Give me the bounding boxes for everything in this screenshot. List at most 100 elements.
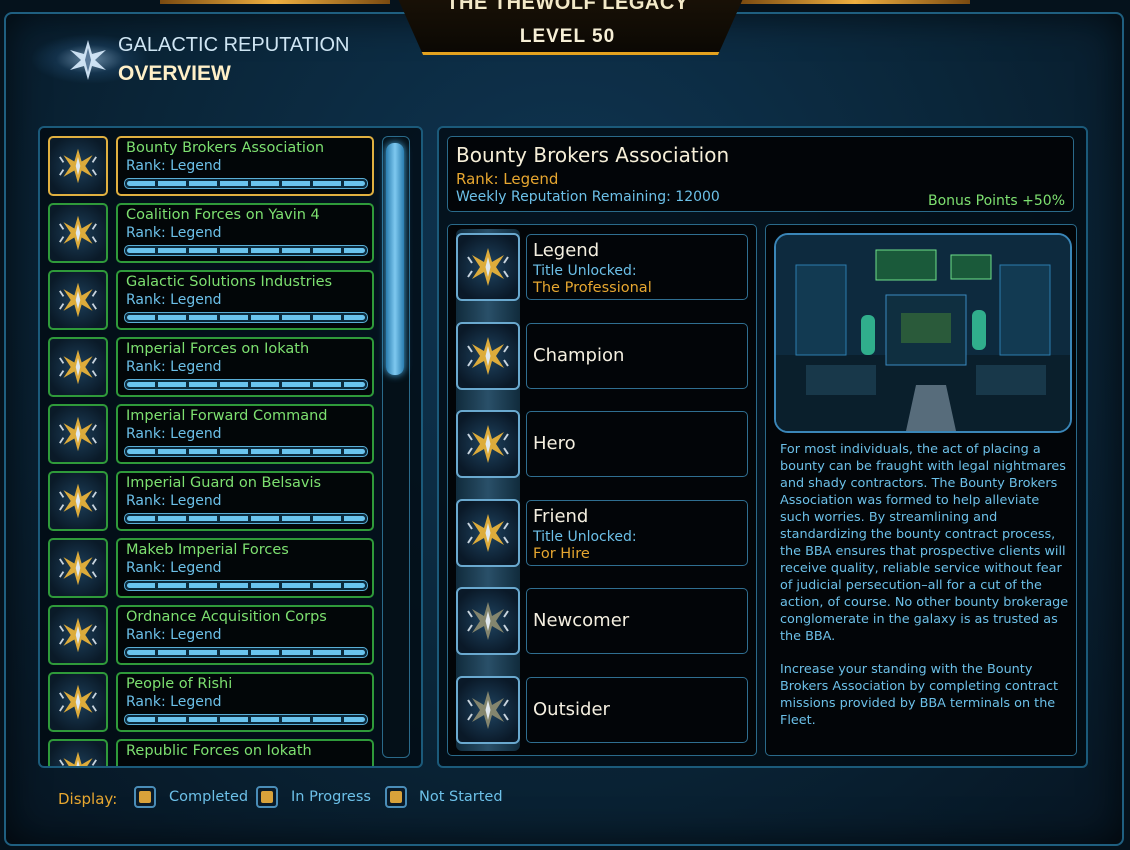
- faction-row[interactable]: Republic Forces on Iokath: [48, 739, 374, 766]
- rank-ladder-spine: [456, 229, 520, 751]
- faction-progress-bar: [124, 580, 368, 591]
- faction-row[interactable]: Imperial Forces on Iokath Rank: Legend: [48, 337, 374, 397]
- faction-name: Imperial Forces on Iokath: [126, 341, 310, 357]
- rank-emblem-icon: [456, 321, 520, 390]
- faction-emblem-icon: [48, 136, 108, 196]
- in-progress-label: In Progress: [291, 789, 371, 805]
- faction-row-info[interactable]: Makeb Imperial Forces Rank: Legend: [116, 538, 374, 598]
- rank-name: Friend: [533, 505, 589, 527]
- rank-tier: Outsider: [526, 676, 748, 743]
- checkbox-mark: [139, 791, 151, 803]
- rank-tier: Legend Title Unlocked: The Professional: [526, 234, 748, 300]
- faction-list[interactable]: Bounty Brokers Association Rank: Legend Co…: [38, 126, 423, 768]
- faction-progress-bar: [124, 178, 368, 189]
- faction-row[interactable]: Imperial Guard on Belsavis Rank: Legend: [48, 471, 374, 531]
- faction-row-info[interactable]: Ordnance Acquisition Corps Rank: Legend: [116, 605, 374, 665]
- faction-name: Imperial Forward Command: [126, 408, 328, 424]
- faction-row[interactable]: Makeb Imperial Forces Rank: Legend: [48, 538, 374, 598]
- not-started-label: Not Started: [419, 789, 503, 805]
- faction-row-info[interactable]: Coalition Forces on Yavin 4 Rank: Legend: [116, 203, 374, 263]
- progress-fill: [127, 717, 365, 722]
- faction-row[interactable]: Bounty Brokers Association Rank: Legend: [48, 136, 374, 196]
- progress-fill: [127, 382, 365, 387]
- faction-name: Bounty Brokers Association: [126, 140, 325, 156]
- faction-rank: Rank: Legend: [126, 627, 222, 643]
- faction-rank: Rank: Legend: [126, 426, 222, 442]
- rank-tier: Champion: [526, 322, 748, 389]
- faction-emblem-icon: [48, 605, 108, 665]
- faction-row-info[interactable]: Imperial Forces on Iokath Rank: Legend: [116, 337, 374, 397]
- not-started-checkbox[interactable]: [385, 786, 407, 808]
- faction-emblem-icon: [48, 739, 108, 766]
- banner-wing-left: [160, 0, 390, 4]
- faction-rank: Rank: Legend: [126, 560, 222, 576]
- faction-progress-bar: [124, 312, 368, 323]
- completed-label: Completed: [169, 789, 249, 805]
- page-title: GALACTIC REPUTATION: [118, 34, 350, 56]
- faction-info: For most individuals, the act of placing…: [765, 224, 1077, 756]
- faction-name: Ordnance Acquisition Corps: [126, 609, 327, 625]
- checkbox-mark: [261, 791, 273, 803]
- progress-fill: [127, 449, 365, 454]
- banner-wing-right: [740, 0, 970, 4]
- detail-header: Bounty Brokers Association Rank: Legend …: [447, 136, 1074, 212]
- scrollbar-thumb[interactable]: [386, 143, 404, 375]
- faction-emblem-icon: [48, 538, 108, 598]
- faction-progress-bar: [124, 245, 368, 256]
- detail-title: Bounty Brokers Association: [456, 143, 730, 167]
- progress-fill: [127, 315, 365, 320]
- faction-row-info[interactable]: Republic Forces on Iokath: [116, 739, 374, 766]
- bonus-points: Bonus Points +50%: [927, 193, 1065, 209]
- rank-name: Legend: [533, 240, 600, 261]
- faction-rank: Rank: Legend: [126, 292, 222, 308]
- checkbox-mark: [390, 791, 402, 803]
- rank-emblem-icon: [456, 233, 520, 301]
- rank-unlock-label: Title Unlocked:: [533, 528, 637, 545]
- faction-rank: Rank: Legend: [126, 359, 222, 375]
- faction-row[interactable]: Coalition Forces on Yavin 4 Rank: Legend: [48, 203, 374, 263]
- faction-row[interactable]: Ordnance Acquisition Corps Rank: Legend: [48, 605, 374, 665]
- faction-rank: Rank: Legend: [126, 225, 222, 241]
- page-subtitle: OVERVIEW: [118, 62, 231, 85]
- faction-row-info[interactable]: People of Rishi Rank: Legend: [116, 672, 374, 732]
- faction-progress-bar: [124, 513, 368, 524]
- rank-reward: The Professional: [533, 280, 652, 296]
- faction-row[interactable]: People of Rishi Rank: Legend: [48, 672, 374, 732]
- faction-row-info[interactable]: Bounty Brokers Association Rank: Legend: [116, 136, 374, 196]
- rank-ladder: Legend Title Unlocked: The Professional Cha…: [447, 224, 757, 756]
- faction-progress-bar: [124, 379, 368, 390]
- rank-name: Outsider: [533, 698, 610, 720]
- faction-name: Galactic Solutions Industries: [126, 274, 333, 290]
- faction-detail: Bounty Brokers Association Rank: Legend …: [437, 126, 1088, 768]
- legacy-title: THE THEWOLF LEGACY: [446, 0, 689, 14]
- rank-name: Newcomer: [533, 610, 630, 631]
- faction-emblem-icon: [48, 404, 108, 464]
- faction-name: Makeb Imperial Forces: [126, 542, 289, 558]
- rank-unlock-label: Title Unlocked:: [533, 263, 637, 279]
- level-label: LEVEL 50: [519, 26, 616, 47]
- faction-emblem-icon: [48, 203, 108, 263]
- faction-image: [774, 233, 1072, 433]
- faction-row-info[interactable]: Imperial Guard on Belsavis Rank: Legend: [116, 471, 374, 531]
- faction-name: Imperial Guard on Belsavis: [126, 475, 322, 491]
- faction-name: People of Rishi: [126, 676, 233, 692]
- faction-row-info[interactable]: Imperial Forward Command Rank: Legend: [116, 404, 374, 464]
- faction-row[interactable]: Galactic Solutions Industries Rank: Legen…: [48, 270, 374, 330]
- description-paragraph-1: For most individuals, the act of placing…: [780, 442, 1069, 644]
- faction-name: Coalition Forces on Yavin 4: [126, 207, 320, 223]
- rank-tier: Newcomer: [526, 588, 748, 654]
- faction-row[interactable]: Imperial Forward Command Rank: Legend: [48, 404, 374, 464]
- detail-rank: Rank: Legend: [456, 170, 559, 188]
- faction-emblem-icon: [48, 337, 108, 397]
- faction-emblem-icon: [48, 270, 108, 330]
- rank-emblem-icon: [456, 587, 520, 655]
- progress-fill: [127, 516, 365, 521]
- faction-description: For most individuals, the act of placing…: [780, 441, 1070, 745]
- faction-emblem-icon: [48, 471, 108, 531]
- completed-checkbox[interactable]: [134, 786, 156, 808]
- rank-name: Champion: [533, 344, 625, 366]
- scrollbar[interactable]: [382, 136, 410, 758]
- in-progress-checkbox[interactable]: [256, 786, 278, 808]
- faction-progress-bar: [124, 714, 368, 725]
- faction-row-info[interactable]: Galactic Solutions Industries Rank: Legen…: [116, 270, 374, 330]
